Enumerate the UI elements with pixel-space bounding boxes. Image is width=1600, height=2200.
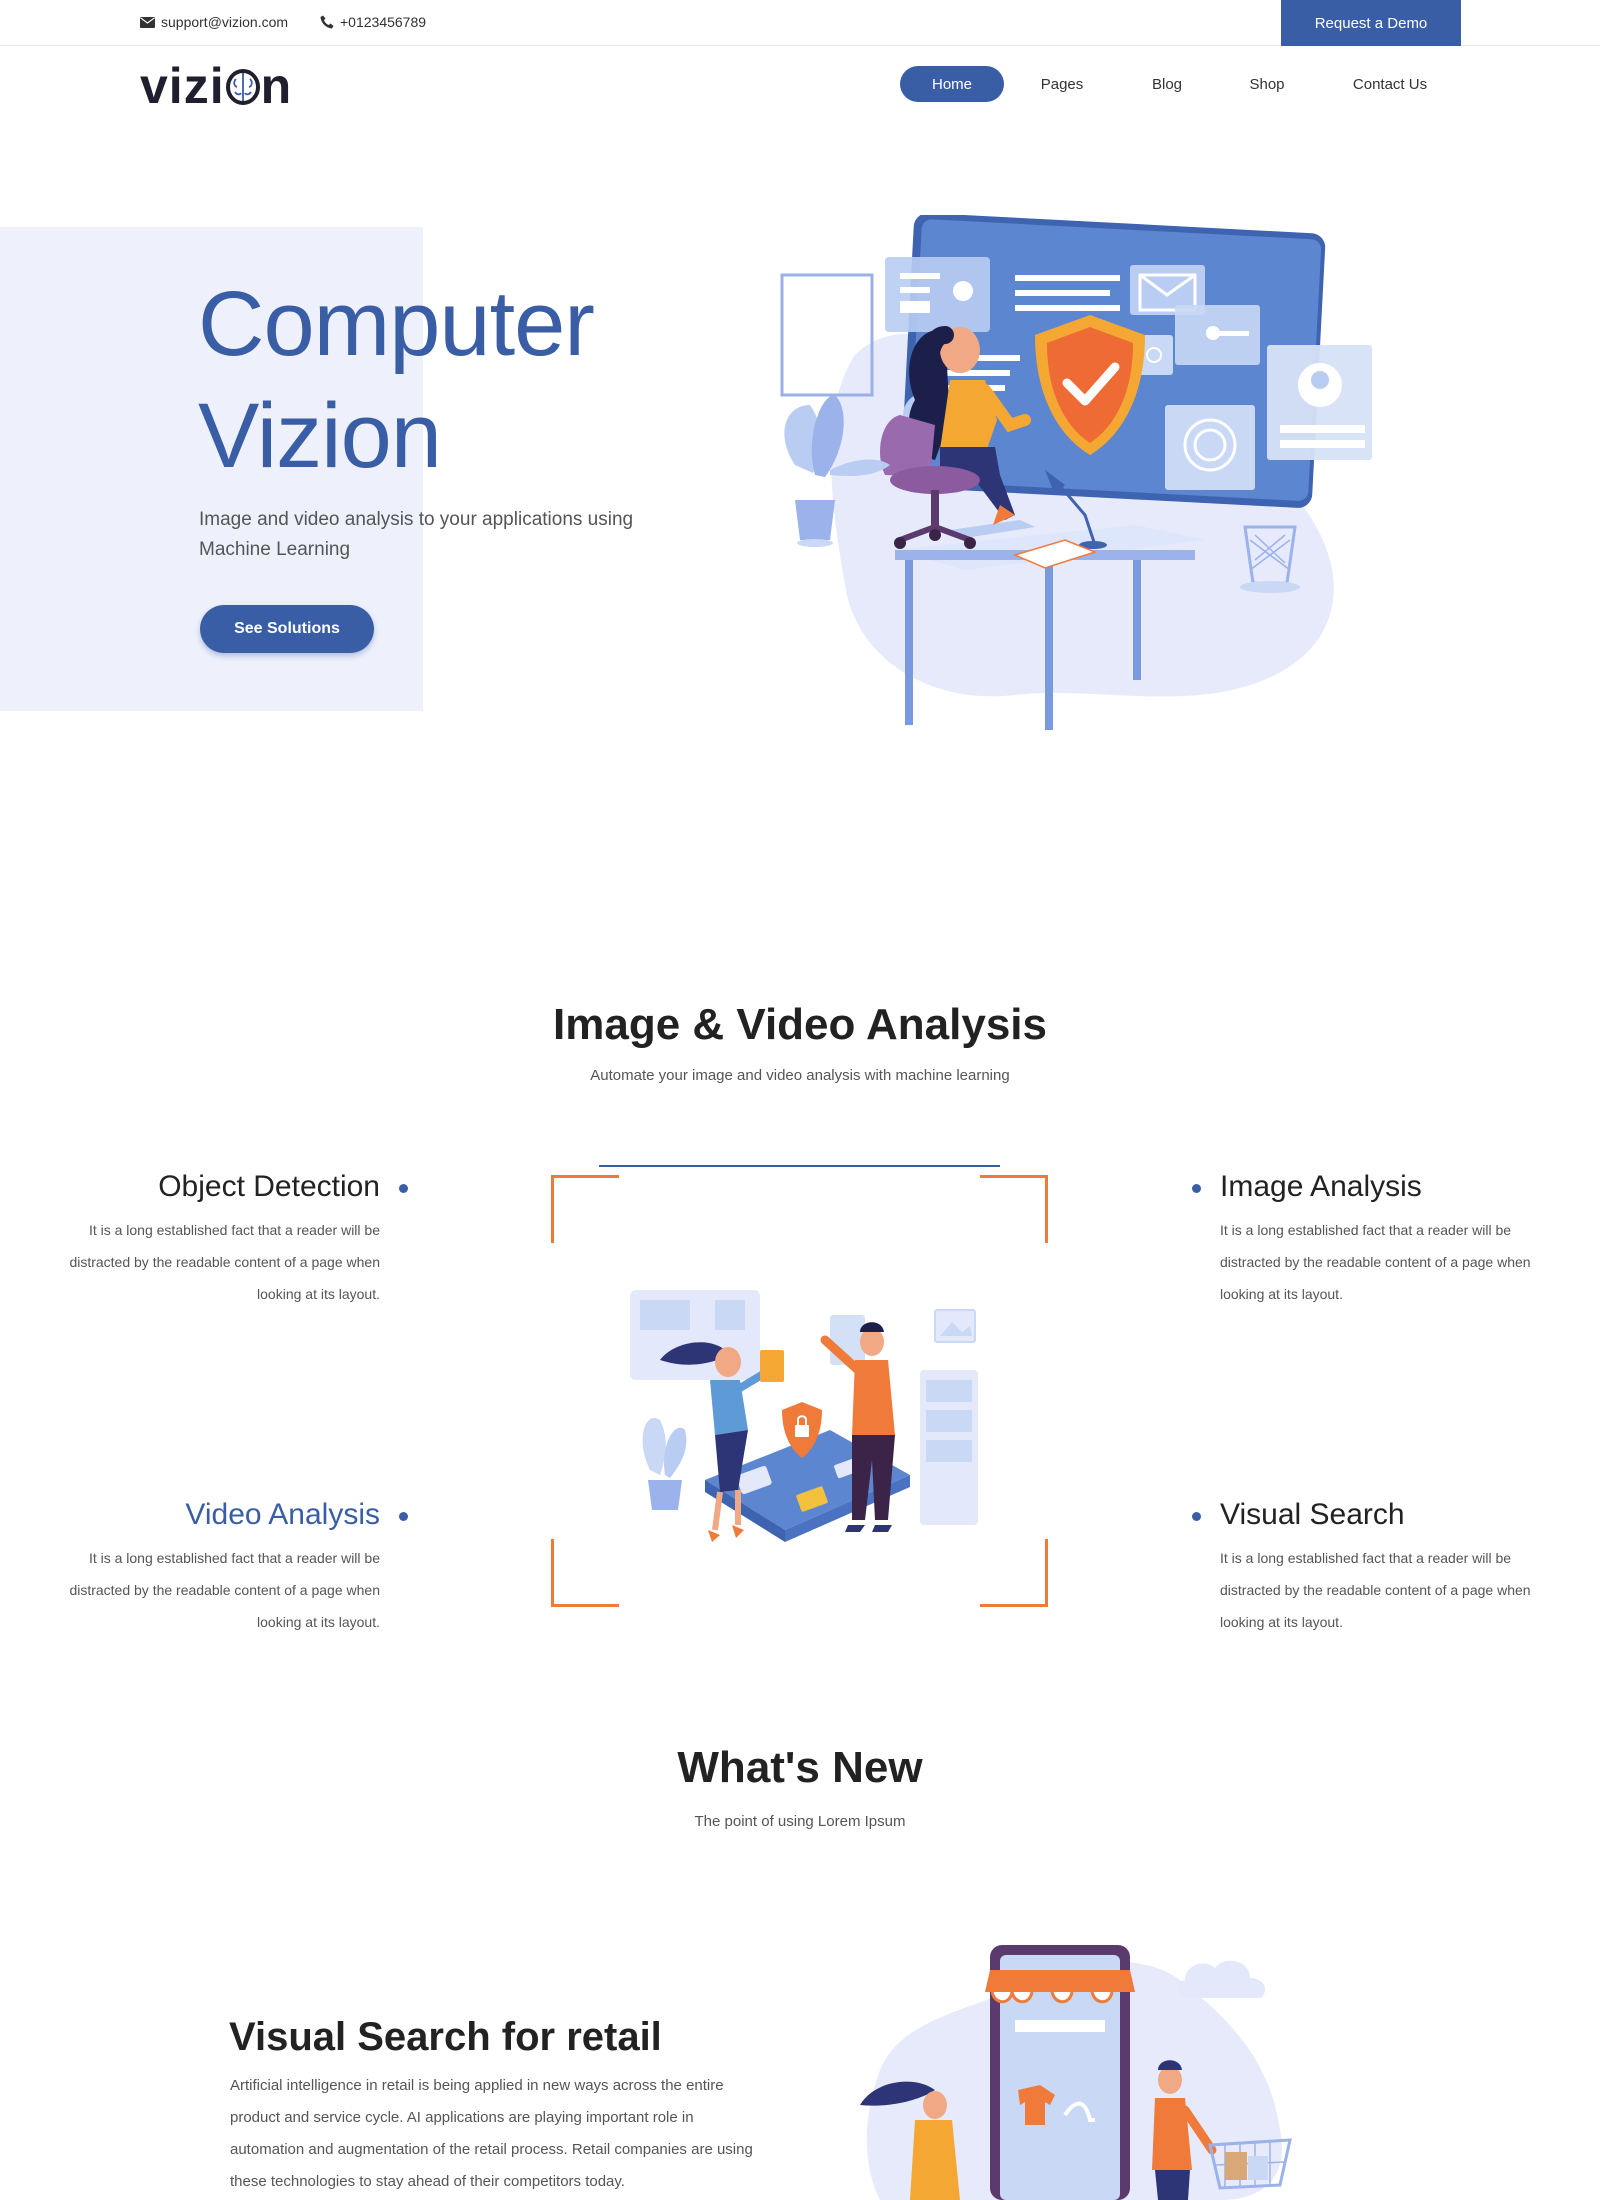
feature-text: It is a long established fact that a rea…	[1220, 1550, 1531, 1630]
hero-title: Computer Vizion	[198, 268, 595, 492]
retail-text: Artificial intelligence in retail is bei…	[230, 2077, 753, 2190]
feature-text: It is a long established fact that a rea…	[1220, 1222, 1531, 1302]
feature-object-detection: Object Detection It is a long establishe…	[40, 1170, 408, 1310]
feature-video-analysis: Video Analysis It is a long established …	[40, 1498, 408, 1638]
retail-title: Visual Search for retail	[229, 2015, 662, 2059]
bullet-dot	[1192, 1184, 1201, 1193]
whats-new-subtitle: The point of using Lorem Ipsum	[694, 1813, 906, 1830]
feature-visual-search: Visual Search It is a long established f…	[1192, 1498, 1560, 1638]
bullet-dot	[399, 1512, 408, 1521]
divider-line	[599, 1165, 1000, 1167]
bullet-dot	[399, 1184, 408, 1193]
main-nav: Home Pages Blog Shop Contact Us	[900, 66, 1460, 102]
hero-illustration: i	[780, 215, 1372, 730]
nav-home[interactable]: Home	[900, 66, 1004, 102]
nav-pages[interactable]: Pages	[1004, 66, 1120, 102]
logo-text-left: vizi	[140, 58, 225, 114]
email-contact[interactable]: support@vizion.com	[140, 14, 288, 30]
hero-title-line2: Vizion	[198, 385, 442, 487]
feature-text: It is a long established fact that a rea…	[69, 1550, 380, 1630]
feature-title: Image Analysis	[1220, 1170, 1422, 1203]
logo-text-right: n	[260, 58, 293, 114]
phone-contact[interactable]: +0123456789	[320, 14, 426, 30]
nav-contact-us[interactable]: Contact Us	[1320, 66, 1460, 102]
email-text: support@vizion.com	[161, 14, 289, 30]
feature-title: Visual Search	[1220, 1498, 1405, 1531]
frame-corner	[551, 1175, 619, 1243]
frame-corner	[551, 1539, 619, 1607]
hero-title-line1: Computer	[198, 273, 595, 375]
retail-illustration	[860, 1945, 1292, 2200]
feature-text: It is a long established fact that a rea…	[69, 1222, 380, 1302]
nav-blog[interactable]: Blog	[1120, 66, 1214, 102]
frame-corner	[980, 1539, 1048, 1607]
vizion-logo[interactable]: vizi n	[140, 58, 292, 114]
feature-title: Video Analysis	[185, 1498, 380, 1531]
brain-icon	[225, 69, 260, 105]
phone-text: +0123456789	[340, 14, 427, 30]
analysis-illustration	[630, 1290, 978, 1542]
see-solutions-button[interactable]: See Solutions	[200, 605, 374, 653]
envelope-icon	[140, 16, 155, 28]
hero-subtitle: Image and video analysis to your applica…	[199, 509, 634, 560]
whats-new-title: What's New	[677, 1743, 923, 1792]
top-bar: support@vizion.com +0123456789 Request a…	[0, 0, 1600, 46]
frame-corner	[980, 1175, 1048, 1243]
feature-title: Object Detection	[158, 1170, 380, 1203]
request-demo-button[interactable]: Request a Demo	[1281, 0, 1461, 46]
bullet-dot	[1192, 1512, 1201, 1521]
phone-icon	[320, 15, 334, 29]
nav-shop[interactable]: Shop	[1214, 66, 1320, 102]
analysis-subtitle: Automate your image and video analysis w…	[590, 1067, 1010, 1084]
feature-image-analysis: Image Analysis It is a long established …	[1192, 1170, 1560, 1310]
analysis-title: Image & Video Analysis	[553, 1000, 1047, 1049]
